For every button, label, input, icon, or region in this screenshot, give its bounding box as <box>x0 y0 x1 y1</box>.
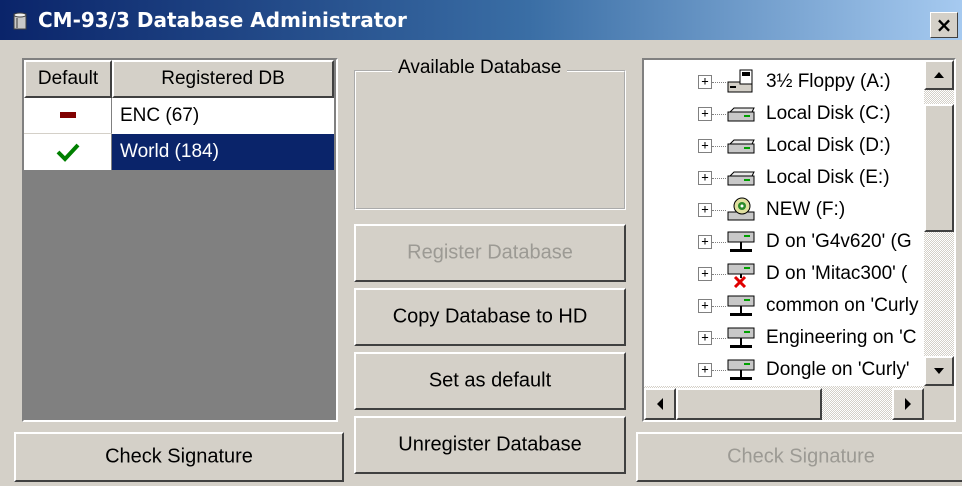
tree-item[interactable]: + Local Disk (C:) <box>644 98 924 130</box>
arrow-up-icon <box>934 72 944 78</box>
floppy-drive-icon <box>726 68 756 96</box>
tree-item-label: Engineering on 'C <box>766 327 917 348</box>
copy-database-to-hd-button[interactable]: Copy Database to HD <box>354 288 626 346</box>
registered-db-name: World (184) <box>112 134 334 170</box>
default-cell <box>24 134 112 170</box>
set-as-default-label: Set as default <box>428 369 552 392</box>
check-signature-disk-button[interactable]: Check Signature <box>636 432 962 482</box>
close-button[interactable]: × <box>930 12 958 38</box>
expand-plus-icon[interactable]: + <box>698 107 712 121</box>
arrow-right-icon <box>905 398 911 410</box>
hard-disk-icon <box>726 100 756 128</box>
check-signature-label: Check Signature <box>105 445 253 468</box>
copy-database-label: Copy Database to HD <box>392 305 588 328</box>
tree-connector <box>712 178 726 179</box>
available-database-label: Available Database <box>392 56 568 80</box>
tree-item[interactable]: + Local Disk (D:) <box>644 130 924 162</box>
scroll-down-button[interactable] <box>924 356 954 386</box>
tree-item-label: Local Disk (C:) <box>766 103 891 124</box>
tree-item-label: D on 'G4v620' (G <box>766 231 912 252</box>
hard-disk-icon <box>726 164 756 192</box>
horizontal-scroll-thumb[interactable] <box>676 388 822 420</box>
scroll-right-button[interactable] <box>892 388 924 420</box>
expand-plus-icon[interactable]: + <box>698 235 712 249</box>
database-administrator-window: CM-93/3 Database Administrator × Default… <box>0 0 962 486</box>
expand-plus-icon[interactable]: + <box>698 139 712 153</box>
horizontal-scrollbar[interactable] <box>644 386 924 420</box>
tree-item-label: common on 'Curly <box>766 295 919 316</box>
network-drive-icon <box>726 292 756 320</box>
tree-connector <box>712 274 726 275</box>
tree-item[interactable]: + Engineering on 'C <box>644 322 924 354</box>
tree-connector <box>712 114 726 115</box>
tree-item[interactable]: +3½ Floppy (A:) <box>644 66 924 98</box>
tree-item-label: Local Disk (D:) <box>766 135 891 156</box>
expand-plus-icon[interactable]: + <box>698 75 712 89</box>
tree-connector <box>712 146 726 147</box>
tree-item[interactable]: + Local Disk (E:) <box>644 162 924 194</box>
hard-disk-icon <box>726 132 756 160</box>
arrow-down-icon <box>934 368 944 374</box>
tree-connector <box>712 306 726 307</box>
arrow-left-icon <box>657 398 663 410</box>
tree-item-label: Local Disk (E:) <box>766 167 890 188</box>
default-check-icon <box>56 143 80 162</box>
default-cell <box>24 98 112 134</box>
set-as-default-button[interactable]: Set as default <box>354 352 626 410</box>
network-drive-icon <box>726 356 756 384</box>
unregister-database-button[interactable]: Unregister Database <box>354 416 626 474</box>
expand-plus-icon[interactable]: + <box>698 331 712 345</box>
registered-db-grid[interactable]: Default Registered DB ENC (67) World (18… <box>22 58 338 422</box>
title-bar[interactable]: CM-93/3 Database Administrator × <box>0 0 962 40</box>
unregister-database-label: Unregister Database <box>398 433 582 456</box>
tree-item-label: Dongle on 'Curly' <box>766 359 910 380</box>
database-icon <box>13 12 27 30</box>
check-signature-button[interactable]: Check Signature <box>14 432 344 482</box>
network-drive-icon <box>726 324 756 352</box>
expand-plus-icon[interactable]: + <box>698 203 712 217</box>
vertical-scrollbar[interactable] <box>924 60 954 386</box>
tree-item-label: D on 'Mitac300' ( <box>766 263 908 284</box>
tree-connector <box>712 338 726 339</box>
expand-plus-icon[interactable]: + <box>698 363 712 377</box>
tree-item-label: 3½ Floppy (A:) <box>766 71 891 92</box>
column-header-default[interactable]: Default <box>24 60 112 98</box>
tree-connector <box>712 242 726 243</box>
tree-connector <box>712 370 726 371</box>
scroll-corner <box>924 386 954 420</box>
vertical-scroll-thumb[interactable] <box>924 104 954 232</box>
expand-plus-icon[interactable]: + <box>698 267 712 281</box>
register-database-label: Register Database <box>407 241 573 264</box>
column-header-registered-db[interactable]: Registered DB <box>112 60 334 98</box>
register-database-button[interactable]: Register Database <box>354 224 626 282</box>
available-database-list[interactable] <box>354 70 626 210</box>
tree-item[interactable]: + NEW (F:) <box>644 194 924 226</box>
drive-tree[interactable]: +3½ Floppy (A:) + Local Disk (C:) + Local Di… <box>642 58 956 422</box>
not-default-dash-icon <box>60 112 76 118</box>
tree-item[interactable]: + D on 'Mitac300' ( <box>644 258 924 290</box>
tree-connector <box>712 210 726 211</box>
tree-item-label: NEW (F:) <box>766 199 846 220</box>
close-icon: × <box>935 13 953 37</box>
expand-plus-icon[interactable]: + <box>698 299 712 313</box>
scroll-up-button[interactable] <box>924 60 954 90</box>
window-title: CM-93/3 Database Administrator <box>38 8 407 32</box>
tree-connector <box>712 82 726 83</box>
check-signature-disk-label: Check Signature <box>727 445 875 468</box>
scroll-left-button[interactable] <box>644 388 676 420</box>
tree-item[interactable]: + Dongle on 'Curly' <box>644 354 924 386</box>
cd-drive-icon <box>726 196 756 224</box>
registered-db-name: ENC (67) <box>112 98 334 134</box>
tree-item[interactable]: + D on 'G4v620' (G <box>644 226 924 258</box>
expand-plus-icon[interactable]: + <box>698 171 712 185</box>
network-drive-icon <box>726 228 756 256</box>
tree-item[interactable]: + common on 'Curly <box>644 290 924 322</box>
disconnected-network-drive-icon <box>726 260 756 289</box>
